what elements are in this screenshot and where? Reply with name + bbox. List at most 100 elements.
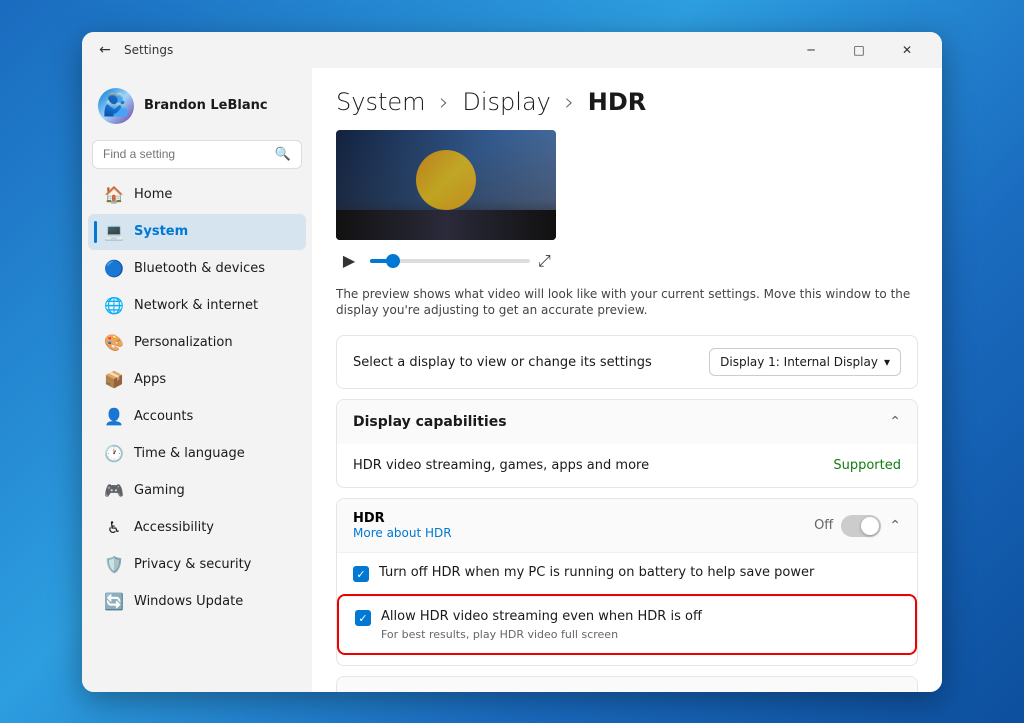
breadcrumb-sep1: › xyxy=(439,88,449,116)
sidebar-item-accounts[interactable]: 👤 Accounts xyxy=(88,399,306,435)
privacy-icon: 🛡️ xyxy=(104,555,124,575)
sidebar-item-apps[interactable]: 📦 Apps xyxy=(88,362,306,398)
maximize-icon: □ xyxy=(853,43,864,57)
breadcrumb-current: HDR xyxy=(588,88,647,116)
video-preview xyxy=(336,130,556,240)
streaming-checkbox-hint: For best results, play HDR video full sc… xyxy=(381,628,702,641)
search-input[interactable] xyxy=(103,147,269,161)
display-select-row: Select a display to view or change its s… xyxy=(336,335,918,389)
hdr-controls: Off ⌃ xyxy=(814,515,901,537)
hdr-label-group: HDR More about HDR xyxy=(353,511,452,540)
minimize-button[interactable]: ─ xyxy=(788,34,834,66)
checkmark-icon: ✓ xyxy=(356,568,365,581)
play-button[interactable]: ▶ xyxy=(336,248,362,274)
update-icon: 🔄 xyxy=(104,592,124,612)
network-icon: 🌐 xyxy=(104,296,124,316)
seek-thumb xyxy=(386,254,400,268)
sidebar-item-network[interactable]: 🌐 Network & internet xyxy=(88,288,306,324)
sidebar-item-label: Network & internet xyxy=(134,298,258,313)
user-name: Brandon LeBlanc xyxy=(144,98,268,113)
main-content: System › Display › HDR ▶ xyxy=(312,68,942,692)
checkmark-icon: ✓ xyxy=(358,612,367,625)
capabilities-title: Display capabilities xyxy=(353,414,507,430)
hdr-toggle[interactable] xyxy=(841,515,881,537)
sidebar-item-label: Personalization xyxy=(134,335,233,350)
system-icon: 💻 xyxy=(104,222,124,242)
sidebar-item-personalization[interactable]: 🎨 Personalization xyxy=(88,325,306,361)
capabilities-header[interactable]: Display capabilities ⌃ xyxy=(337,400,917,444)
close-button[interactable]: ✕ xyxy=(884,34,930,66)
streaming-label-group: Allow HDR video streaming even when HDR … xyxy=(381,609,702,641)
sidebar-item-update[interactable]: 🔄 Windows Update xyxy=(88,584,306,620)
sidebar-item-label: Accessibility xyxy=(134,520,214,535)
capabilities-row: HDR video streaming, games, apps and mor… xyxy=(337,444,917,487)
sidebar-item-accessibility[interactable]: ♿ Accessibility xyxy=(88,510,306,546)
time-icon: 🕐 xyxy=(104,444,124,464)
sidebar-item-label: Bluetooth & devices xyxy=(134,261,265,276)
gaming-icon: 🎮 xyxy=(104,481,124,501)
calibration-section: Display calibration for HDR video Turn o… xyxy=(336,676,918,692)
battery-label-group: Turn off HDR when my PC is running on ba… xyxy=(379,565,814,582)
seek-bar[interactable] xyxy=(370,259,530,263)
preview-description: The preview shows what video will look l… xyxy=(336,286,918,320)
display-select-label: Select a display to view or change its s… xyxy=(353,355,652,370)
video-controls: ▶ ⤢ xyxy=(336,248,918,274)
streaming-highlighted-section: ✓ Allow HDR video streaming even when HD… xyxy=(337,594,917,655)
calibration-header[interactable]: Display calibration for HDR video Turn o… xyxy=(337,677,917,692)
capabilities-section: Display capabilities ⌃ HDR video streami… xyxy=(336,399,918,488)
window-title: Settings xyxy=(124,43,788,57)
calibration-text-group: Display calibration for HDR video Turn o… xyxy=(353,691,764,692)
display-dropdown[interactable]: Display 1: Internal Display ▾ xyxy=(709,348,901,376)
hdr-title: HDR xyxy=(353,511,452,526)
sidebar-item-label: Gaming xyxy=(134,483,185,498)
personalization-icon: 🎨 xyxy=(104,333,124,353)
battery-checkbox-row: ✓ Turn off HDR when my PC is running on … xyxy=(337,552,917,594)
apps-icon: 📦 xyxy=(104,370,124,390)
breadcrumb-display: Display xyxy=(462,88,550,116)
user-profile[interactable]: 🫂 Brandon LeBlanc xyxy=(82,76,312,136)
search-box[interactable]: 🔍 xyxy=(92,140,302,169)
sidebar-item-bluetooth[interactable]: 🔵 Bluetooth & devices xyxy=(88,251,306,287)
back-button[interactable]: ← xyxy=(94,39,116,61)
sidebar-item-time[interactable]: 🕐 Time & language xyxy=(88,436,306,472)
battery-checkbox[interactable]: ✓ xyxy=(353,566,369,582)
hdr-chevron: ⌃ xyxy=(889,518,901,534)
capabilities-row-value: Supported xyxy=(833,458,901,473)
breadcrumb-system: System xyxy=(336,88,426,116)
content-area: 🫂 Brandon LeBlanc 🔍 🏠 Home 💻 System 🔵 Bl… xyxy=(82,68,942,692)
bluetooth-icon: 🔵 xyxy=(104,259,124,279)
sidebar-item-label: Privacy & security xyxy=(134,557,251,572)
sidebar-item-label: Accounts xyxy=(134,409,193,424)
search-icon: 🔍 xyxy=(275,147,291,162)
streaming-checkbox[interactable]: ✓ xyxy=(355,610,371,626)
hdr-row: HDR More about HDR Off ⌃ xyxy=(337,499,917,552)
home-icon: 🏠 xyxy=(104,185,124,205)
titlebar: ← Settings ─ □ ✕ xyxy=(82,32,942,68)
sidebar-item-privacy[interactable]: 🛡️ Privacy & security xyxy=(88,547,306,583)
hdr-more-link[interactable]: More about HDR xyxy=(353,526,452,540)
minimize-icon: ─ xyxy=(807,43,814,57)
window-controls: ─ □ ✕ xyxy=(788,34,930,66)
avatar: 🫂 xyxy=(98,88,134,124)
streaming-checkbox-label: Allow HDR video streaming even when HDR … xyxy=(381,609,702,626)
breadcrumb: System › Display › HDR xyxy=(336,88,918,116)
accounts-icon: 👤 xyxy=(104,407,124,427)
capabilities-body: HDR video streaming, games, apps and mor… xyxy=(337,444,917,487)
sidebar-item-system[interactable]: 💻 System xyxy=(88,214,306,250)
hdr-status: Off xyxy=(814,518,833,533)
maximize-button[interactable]: □ xyxy=(836,34,882,66)
fullscreen-button[interactable]: ⤢ xyxy=(538,251,551,271)
hdr-section: HDR More about HDR Off ⌃ ✓ xyxy=(336,498,918,666)
sidebar-item-gaming[interactable]: 🎮 Gaming xyxy=(88,473,306,509)
chevron-down-icon: ▾ xyxy=(884,355,890,369)
sidebar-item-label: Home xyxy=(134,187,172,202)
sidebar-item-label: System xyxy=(134,224,188,239)
calibration-title: Display calibration for HDR video xyxy=(353,691,764,692)
capabilities-row-label: HDR video streaming, games, apps and mor… xyxy=(353,458,649,473)
sidebar-item-label: Apps xyxy=(134,372,166,387)
sidebar-item-home[interactable]: 🏠 Home xyxy=(88,177,306,213)
back-icon: ← xyxy=(99,42,111,58)
toggle-thumb xyxy=(861,517,879,535)
calibration-chevron: ⌃ xyxy=(889,691,901,692)
close-icon: ✕ xyxy=(902,43,912,57)
